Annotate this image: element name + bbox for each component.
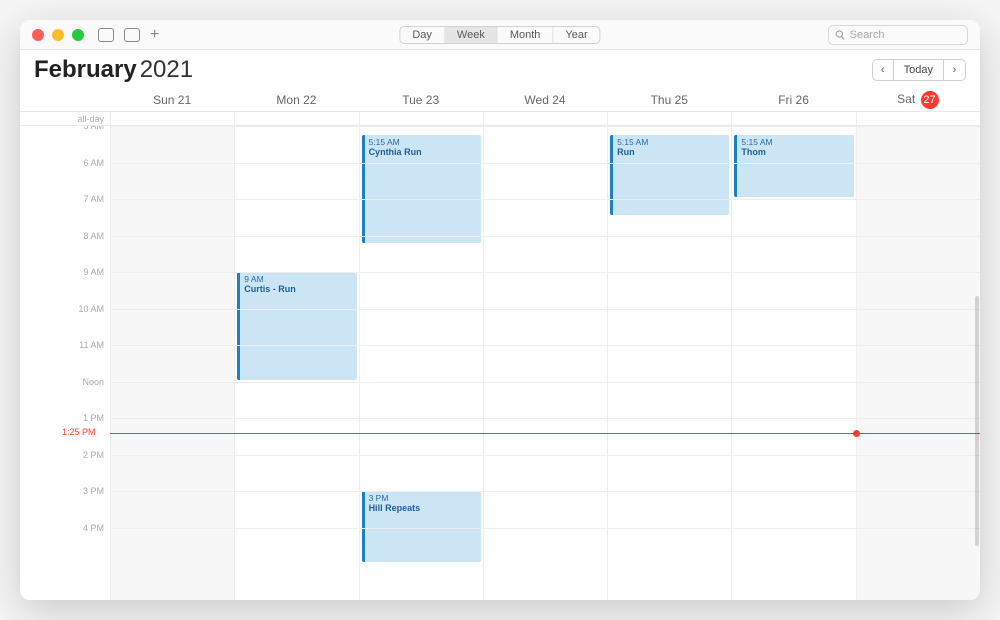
- add-event-button[interactable]: +: [150, 27, 159, 43]
- calendar-grid: 5 AM 6 AM 7 AM 8 AM 9 AM 10 AM 11 AM Noon 1 PM 2 …: [20, 126, 980, 600]
- day-header[interactable]: Fri 26: [731, 93, 855, 107]
- hour-gridline: [110, 272, 980, 273]
- day-header[interactable]: Tue 23: [359, 93, 483, 107]
- day-column[interactable]: 5:15 AMThom: [731, 126, 855, 600]
- view-month-button[interactable]: Month: [498, 27, 554, 43]
- day-header[interactable]: Thu 25: [607, 93, 731, 107]
- search-input[interactable]: [850, 29, 961, 41]
- month-year-title: February2021: [34, 56, 193, 84]
- hour-gridline: [110, 126, 980, 127]
- hour-label: 3 PM: [83, 486, 104, 496]
- hour-label: 9 AM: [83, 267, 104, 277]
- event-time: 9 AM: [244, 274, 352, 284]
- all-day-cell[interactable]: [856, 112, 980, 125]
- view-year-button[interactable]: Year: [553, 27, 599, 43]
- calendar-window: + Day Week Month Year February2021 ‹ Tod…: [20, 20, 980, 600]
- view-day-button[interactable]: Day: [400, 27, 445, 43]
- all-day-cell[interactable]: [607, 112, 731, 125]
- event-time: 5:15 AM: [741, 137, 849, 147]
- current-time-line: [110, 433, 980, 434]
- close-icon[interactable]: [32, 29, 44, 41]
- window-controls: [32, 29, 84, 41]
- view-week-button[interactable]: Week: [445, 27, 498, 43]
- view-segmented-control: Day Week Month Year: [399, 26, 600, 44]
- hour-label: Noon: [82, 377, 104, 387]
- day-column[interactable]: [483, 126, 607, 600]
- calendar-event[interactable]: 5:15 AMRun: [610, 135, 729, 215]
- previous-week-button[interactable]: ‹: [872, 59, 894, 81]
- all-day-cell[interactable]: [731, 112, 855, 125]
- all-day-row: all-day: [20, 112, 980, 126]
- event-title: Curtis - Run: [244, 284, 352, 294]
- search-icon: [835, 29, 846, 41]
- all-day-cell[interactable]: [110, 112, 234, 125]
- event-time: 3 PM: [369, 493, 477, 503]
- all-day-label: all-day: [20, 112, 110, 125]
- day-columns: 9 AMCurtis - Run5:15 AMCynthia Run3 PMHi…: [110, 126, 980, 600]
- hour-label: 6 AM: [83, 158, 104, 168]
- time-gutter: 5 AM 6 AM 7 AM 8 AM 9 AM 10 AM 11 AM Noon 1 PM 2 …: [20, 126, 110, 600]
- day-column[interactable]: [856, 126, 980, 600]
- hour-gridline: [110, 163, 980, 164]
- month-label: February: [34, 56, 137, 83]
- hour-label: 8 AM: [83, 231, 104, 241]
- current-time-dot: [853, 430, 860, 437]
- hour-label: 1 PM: [83, 413, 104, 423]
- all-day-cell[interactable]: [483, 112, 607, 125]
- day-header[interactable]: Mon 22: [234, 93, 358, 107]
- next-week-button[interactable]: ›: [944, 59, 966, 81]
- hour-gridline: [110, 199, 980, 200]
- event-title: Cynthia Run: [369, 147, 477, 157]
- hour-gridline: [110, 345, 980, 346]
- hour-label: 11 AM: [79, 340, 104, 350]
- day-header[interactable]: Sun 21: [110, 93, 234, 107]
- day-column[interactable]: [110, 126, 234, 600]
- calendar-event[interactable]: 5:15 AMCynthia Run: [362, 135, 481, 243]
- hour-gridline: [110, 455, 980, 456]
- hour-gridline: [110, 491, 980, 492]
- day-header[interactable]: Sat 27: [856, 91, 980, 109]
- current-time-label: 1:25 PM: [62, 427, 96, 437]
- day-column[interactable]: 9 AMCurtis - Run: [234, 126, 358, 600]
- calendar-event[interactable]: 5:15 AMThom: [734, 135, 853, 197]
- nav-controls: ‹ Today ›: [872, 59, 966, 81]
- calendar-event[interactable]: 9 AMCurtis - Run: [237, 272, 356, 380]
- event-time: 5:15 AM: [617, 137, 725, 147]
- titlebar: + Day Week Month Year: [20, 20, 980, 50]
- sidebar-toggles: [98, 28, 140, 42]
- day-column[interactable]: 5:15 AMRun: [607, 126, 731, 600]
- inbox-icon[interactable]: [124, 28, 140, 42]
- today-button[interactable]: Today: [894, 59, 944, 81]
- day-column[interactable]: 5:15 AMCynthia Run 3 PMHill Repeats: [359, 126, 483, 600]
- calendar-event[interactable]: 3 PMHill Repeats: [362, 491, 481, 562]
- hour-label: 7 AM: [83, 194, 104, 204]
- search-field[interactable]: [828, 25, 968, 45]
- event-title: Hill Repeats: [369, 503, 477, 513]
- hour-gridline: [110, 382, 980, 383]
- day-header[interactable]: Wed 24: [483, 93, 607, 107]
- hour-label: 5 AM: [83, 126, 104, 131]
- fullscreen-icon[interactable]: [72, 29, 84, 41]
- day-headers-row: Sun 21Mon 22Tue 23Wed 24Thu 25Fri 26Sat …: [20, 88, 980, 112]
- hour-label: 4 PM: [83, 523, 104, 533]
- calendars-panel-icon[interactable]: [98, 28, 114, 42]
- event-title: Thom: [741, 147, 849, 157]
- hour-gridline: [110, 236, 980, 237]
- hour-gridline: [110, 528, 980, 529]
- scrollbar[interactable]: [975, 296, 979, 546]
- header: February2021 ‹ Today ›: [20, 50, 980, 88]
- hour-label: 10 AM: [78, 304, 104, 314]
- hour-label: 2 PM: [83, 450, 104, 460]
- minimize-icon[interactable]: [52, 29, 64, 41]
- event-time: 5:15 AM: [369, 137, 477, 147]
- year-label: 2021: [140, 56, 193, 83]
- all-day-cell[interactable]: [359, 112, 483, 125]
- all-day-cell[interactable]: [234, 112, 358, 125]
- event-title: Run: [617, 147, 725, 157]
- today-badge: 27: [921, 91, 939, 109]
- hour-gridline: [110, 309, 980, 310]
- hour-gridline: [110, 418, 980, 419]
